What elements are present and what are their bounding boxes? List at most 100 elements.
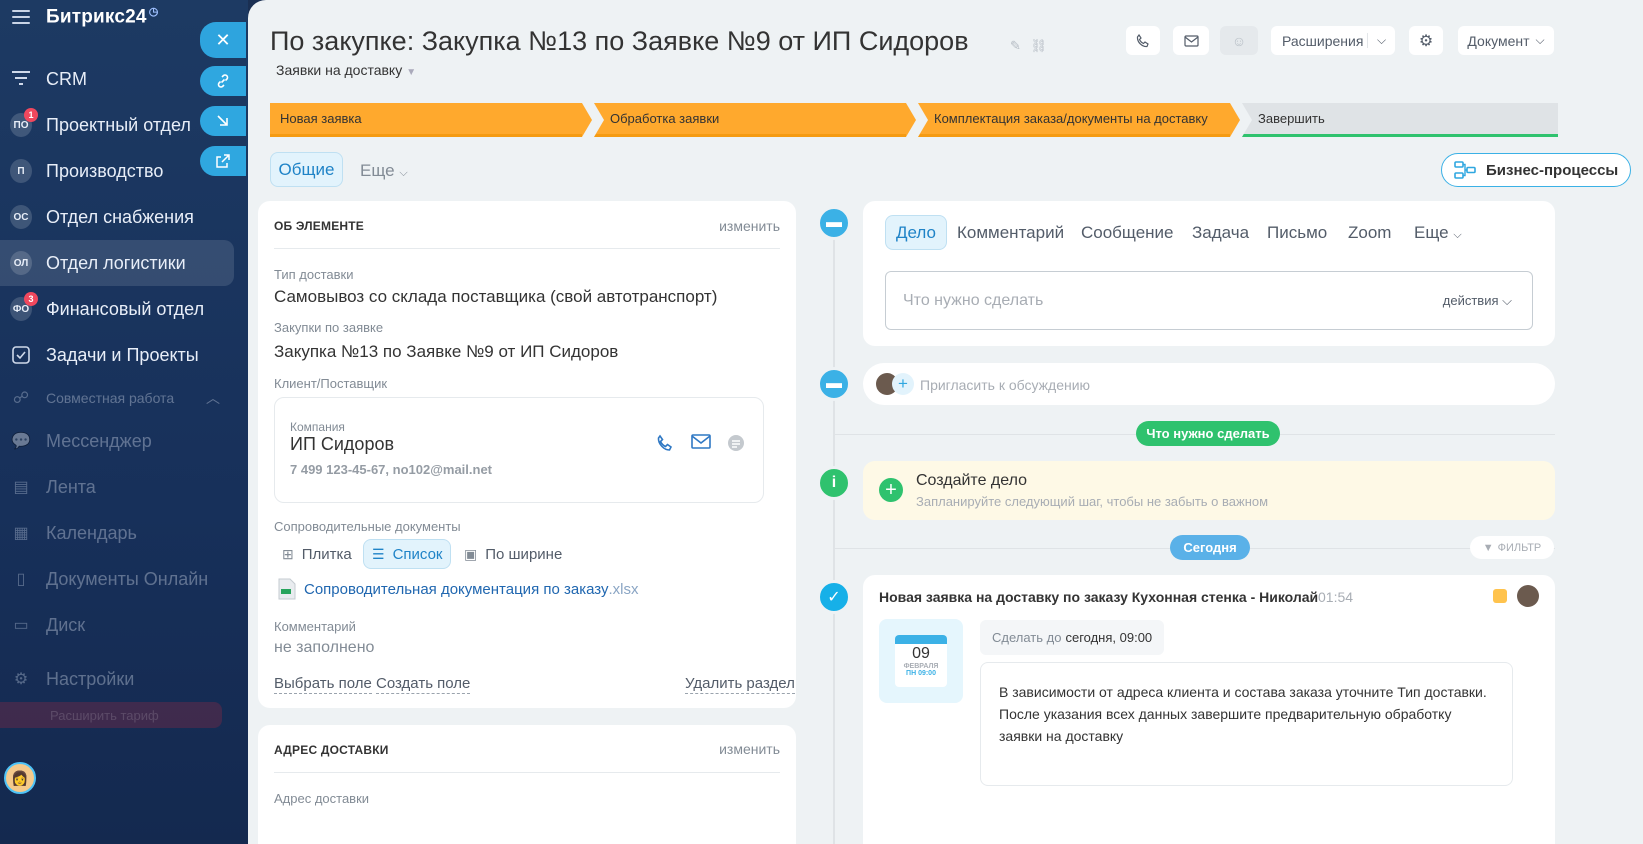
sidebar-item-calendar[interactable]: ▦ Календарь bbox=[0, 510, 234, 556]
category-selector[interactable]: Заявки на доставку ▼ bbox=[276, 62, 416, 78]
copy-link-button[interactable] bbox=[200, 66, 246, 96]
view-tile-button[interactable]: ⊞ Плитка bbox=[282, 539, 352, 569]
task-title[interactable]: Новая заявка на доставку по заказу Кухон… bbox=[879, 589, 1318, 605]
chevron-down-icon: ▼ bbox=[406, 67, 417, 78]
department-avatar: ОЛ bbox=[10, 251, 32, 275]
purchase-value[interactable]: Закупка №13 по Заявке №9 от ИП Сидоров bbox=[274, 342, 618, 362]
responsible-avatar[interactable] bbox=[1517, 585, 1539, 607]
sidebar-item-docs[interactable]: ▯ Документы Онлайн bbox=[0, 556, 234, 602]
user-avatar[interactable]: 👩 bbox=[4, 762, 36, 794]
title-actions: ✎ ⛓ bbox=[1010, 38, 1047, 54]
sidebar-item-messenger[interactable]: 💬 Мессенджер bbox=[0, 418, 234, 464]
timeline-activity-dot: ▬ bbox=[817, 206, 851, 240]
sidebar-item-project[interactable]: ПО 1 Проектный отдел bbox=[0, 102, 234, 148]
sidebar-item-finance[interactable]: ФО 3 Финансовый отдел bbox=[0, 286, 234, 332]
add-user-icon[interactable]: + bbox=[892, 373, 914, 395]
attached-file[interactable]: Сопроводительная документация по заказу.… bbox=[278, 578, 638, 600]
close-slider-button[interactable]: ✕ bbox=[200, 22, 246, 58]
actions-dropdown[interactable]: действия ⌵ bbox=[1443, 293, 1512, 309]
tab-task[interactable]: Задача bbox=[1192, 223, 1249, 243]
view-list-button[interactable]: ☰ Список bbox=[363, 539, 452, 569]
filter-button[interactable]: ▼ ФИЛЬТР bbox=[1470, 536, 1554, 559]
create-activity-hint[interactable]: + Создайте дело Запланируйте следующий ш… bbox=[863, 461, 1555, 520]
sidebar-item-settings[interactable]: ⚙ Настройки bbox=[0, 656, 234, 702]
sidebar-item-tasks[interactable]: Задачи и Проекты bbox=[0, 332, 234, 378]
email-button[interactable] bbox=[1173, 26, 1209, 55]
calendar-icon: 09 ФЕВРАЛЯ ПН 09:00 bbox=[895, 635, 947, 687]
chat-icon: 💬 bbox=[11, 433, 31, 450]
delivery-type-value[interactable]: Самовывоз со склада поставщика (свой авт… bbox=[274, 287, 717, 307]
list-icon: ☰ bbox=[372, 545, 385, 562]
upgrade-tariff-button[interactable]: Расширить тариф bbox=[0, 702, 222, 728]
messenger-button[interactable]: ☺ bbox=[1220, 26, 1258, 55]
chat-icon: ▬ bbox=[826, 375, 842, 392]
tab-comment[interactable]: Комментарий bbox=[957, 223, 1064, 243]
sidebar-section-collab[interactable]: ☍ Совместная работа ︿ bbox=[0, 378, 248, 418]
view-wide-button[interactable]: ▣ По ширине bbox=[464, 539, 562, 569]
settings-button[interactable]: ⚙ bbox=[1409, 26, 1443, 55]
sidebar-item-disk[interactable]: ▭ Диск bbox=[0, 602, 234, 648]
phone-icon bbox=[1136, 33, 1149, 47]
brand-logo[interactable]: Битрикс24 ◷ bbox=[46, 5, 159, 28]
invite-discussion[interactable]: + Пригласить к обсуждению bbox=[863, 363, 1555, 405]
company-name[interactable]: ИП Сидоров bbox=[290, 434, 394, 455]
call-button[interactable] bbox=[1126, 26, 1160, 55]
stage-finish[interactable]: Завершить bbox=[1242, 103, 1558, 137]
department-avatar: ФО 3 bbox=[10, 292, 38, 321]
deadline-info[interactable]: Сделать до сегодня, 09:00 bbox=[980, 620, 1165, 655]
chat-icon[interactable] bbox=[727, 434, 745, 457]
info-icon: i bbox=[831, 474, 837, 491]
edit-section-button[interactable]: изменить bbox=[719, 741, 780, 757]
comment-value[interactable]: не заполнено bbox=[274, 639, 374, 657]
menu-icon[interactable] bbox=[12, 10, 30, 24]
plus-icon[interactable]: + bbox=[879, 478, 903, 502]
phone-icon[interactable] bbox=[656, 434, 674, 457]
task-card: Новая заявка на доставку по заказу Кухон… bbox=[863, 575, 1555, 844]
tab-more[interactable]: Еще ⌵ bbox=[360, 161, 408, 181]
document-button[interactable]: Документ ⌵ bbox=[1458, 26, 1554, 55]
deadline-calendar[interactable]: 09 ФЕВРАЛЯ ПН 09:00 bbox=[879, 619, 963, 703]
gear-icon: ⚙ bbox=[13, 671, 29, 688]
tab-message[interactable]: Сообщение bbox=[1081, 223, 1174, 243]
tab-more-activities[interactable]: Еще ⌵ bbox=[1414, 223, 1462, 243]
sidebar-item-crm[interactable]: CRM bbox=[0, 56, 234, 102]
divider bbox=[274, 248, 780, 249]
stage-progress-bar: Новая заявка Обработка заявки Комплектац… bbox=[270, 103, 1626, 137]
funnel-icon bbox=[10, 68, 32, 90]
link-icon[interactable]: ⛓ bbox=[1031, 38, 1048, 53]
extensions-button[interactable]: Расширения ⌵ bbox=[1271, 26, 1395, 55]
gear-icon: ⚙ bbox=[1418, 32, 1434, 50]
pencil-icon[interactable]: ✎ bbox=[1010, 38, 1021, 53]
color-marker[interactable] bbox=[1493, 589, 1507, 603]
filter-icon: ▼ bbox=[1482, 541, 1494, 554]
open-new-window-button[interactable] bbox=[200, 146, 246, 176]
close-icon: ✕ bbox=[215, 29, 231, 50]
image-icon: ▣ bbox=[464, 545, 478, 562]
minimize-button[interactable] bbox=[200, 106, 246, 136]
checkbox-icon bbox=[10, 344, 32, 366]
hint-subtitle: Запланируйте следующий шаг, чтобы не заб… bbox=[916, 494, 1269, 509]
tab-activity[interactable]: Дело bbox=[885, 215, 947, 250]
envelope-icon bbox=[1183, 34, 1199, 47]
delete-section-link[interactable]: Удалить раздел bbox=[685, 675, 795, 694]
business-processes-button[interactable]: Бизнес-процессы bbox=[1441, 153, 1631, 187]
field-label: Адрес доставки bbox=[274, 791, 370, 806]
edit-section-button[interactable]: изменить bbox=[719, 218, 780, 234]
tab-general[interactable]: Общие bbox=[270, 152, 343, 187]
tab-email[interactable]: Письмо bbox=[1267, 223, 1327, 243]
stage-new[interactable]: Новая заявка bbox=[270, 103, 592, 137]
sidebar-item-logistics[interactable]: ОЛ Отдел логистики bbox=[0, 240, 234, 286]
sidebar-item-production[interactable]: П Производство bbox=[0, 148, 234, 194]
spreadsheet-file-icon bbox=[278, 578, 296, 600]
stage-processing[interactable]: Обработка заявки bbox=[594, 103, 916, 137]
stage-assembly[interactable]: Комплектация заказа/документы на доставк… bbox=[918, 103, 1240, 137]
select-field-link[interactable]: Выбрать поле bbox=[274, 675, 372, 694]
todo-input[interactable]: Что нужно сделать действия ⌵ bbox=[885, 271, 1533, 330]
envelope-icon[interactable] bbox=[691, 434, 711, 454]
tab-zoom[interactable]: Zoom bbox=[1348, 223, 1391, 243]
todo-section-pill: Что нужно сделать bbox=[1136, 421, 1280, 446]
disk-icon: ▭ bbox=[13, 617, 29, 634]
sidebar-item-supply[interactable]: ОС Отдел снабжения bbox=[0, 194, 234, 240]
sidebar-item-feed[interactable]: ▤ Лента bbox=[0, 464, 234, 510]
create-field-link[interactable]: Создать поле bbox=[376, 675, 471, 694]
